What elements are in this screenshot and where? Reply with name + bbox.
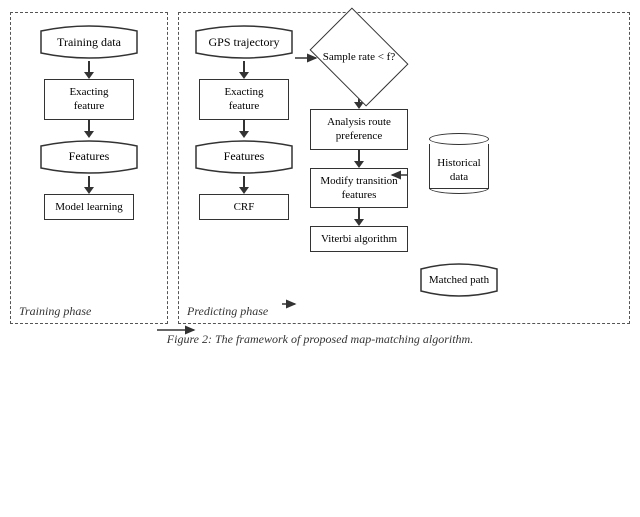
predicting-content: GPS trajectory Exacting feature (189, 23, 619, 299)
exacting-feature-2-label: Exacting feature (208, 85, 280, 114)
viterbi-label: Viterbi algorithm (321, 232, 397, 246)
arrow-5 (239, 120, 249, 138)
training-phase: Training data Exacting feature (10, 12, 168, 324)
crf-label: CRF (234, 200, 255, 214)
modify-transition-label: Modify transition features (319, 174, 399, 203)
historical-data-label: Historical data (430, 156, 488, 185)
features-1-label: Features (69, 149, 110, 164)
analysis-route-box: Analysis route preference (310, 109, 408, 150)
sample-rate-label: Sample rate < f? (323, 50, 395, 64)
arrow-3 (84, 176, 94, 194)
figure-caption: Figure 2: The framework of proposed map-… (0, 328, 640, 355)
crf-box: CRF (199, 194, 289, 220)
viterbi-box: Viterbi algorithm (310, 226, 408, 252)
exacting-feature-1-label: Exacting feature (53, 85, 125, 114)
gps-trajectory-box: GPS trajectory (194, 23, 294, 61)
predicting-phase-label: Predicting phase (187, 304, 268, 319)
matched-path-box: Matched path (419, 261, 499, 299)
arrow-8 (354, 150, 364, 168)
features-2-box: Features (194, 138, 294, 176)
predicting-phase: GPS trajectory Exacting feature (178, 12, 630, 324)
exacting-feature-1-box: Exacting feature (44, 79, 134, 120)
gps-trajectory-label: GPS trajectory (209, 35, 280, 50)
model-learning-box: Model learning (44, 194, 134, 220)
pred-col1: GPS trajectory Exacting feature (189, 23, 299, 299)
features-1-box: Features (39, 138, 139, 176)
arrow-6 (239, 176, 249, 194)
exacting-feature-2-box: Exacting feature (199, 79, 289, 120)
training-data-box: Training data (39, 23, 139, 61)
sample-rate-box: Sample rate < f? (309, 23, 409, 91)
arrow-9 (354, 208, 364, 226)
arrow-1 (84, 61, 94, 79)
modify-transition-box: Modify transition features (310, 168, 408, 209)
model-learning-label: Model learning (55, 200, 123, 214)
cylinder-body: Historical data (429, 144, 489, 189)
training-flow: Training data Exacting feature (39, 23, 139, 220)
analysis-route-label: Analysis route preference (319, 115, 399, 144)
arrow-4 (239, 61, 249, 79)
training-data-label: Training data (57, 35, 121, 50)
features-2-label: Features (224, 149, 265, 164)
training-phase-label: Training phase (19, 304, 91, 319)
matched-path-label: Matched path (429, 274, 489, 286)
arrow-2 (84, 120, 94, 138)
pred-col2: Sample rate < f? Analysis route preferen… (305, 23, 413, 299)
pred-col3: Historical data Matched path (419, 23, 499, 299)
historical-data-box: Historical data (423, 133, 495, 189)
